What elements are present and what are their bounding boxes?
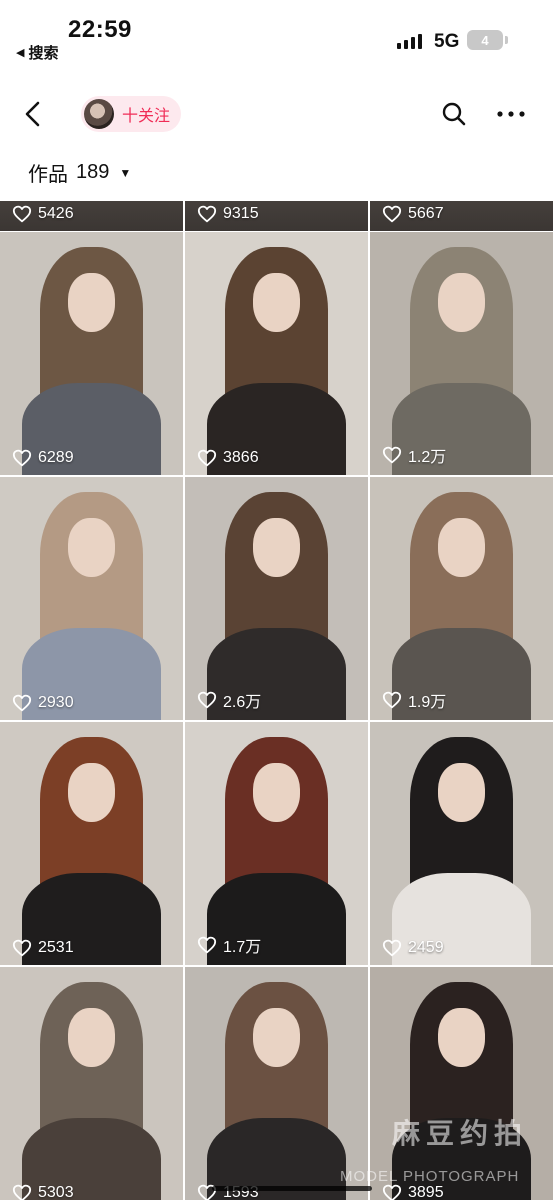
like-count: 5667 <box>382 205 444 223</box>
video-tile[interactable]: 2531 <box>0 722 183 965</box>
heart-icon <box>197 449 217 467</box>
thumbnail-face <box>252 1008 301 1067</box>
thumbnail-face <box>67 1008 116 1067</box>
thumbnail-face <box>252 763 301 822</box>
like-count: 1.2万 <box>382 443 446 467</box>
like-count: 9315 <box>197 205 259 223</box>
heart-icon <box>382 1184 402 1200</box>
like-count-value: 6289 <box>38 449 74 466</box>
search-icon <box>442 102 466 126</box>
network-type: 5G <box>434 31 460 52</box>
like-count: 3866 <box>197 449 259 467</box>
thumbnail-face <box>67 273 116 332</box>
heart-icon <box>12 694 32 712</box>
like-count-value: 3895 <box>408 1184 444 1200</box>
heart-icon <box>12 1184 32 1200</box>
back-triangle-icon: ◀ <box>16 47 25 59</box>
status-bar: 22:59 ◀ 搜索 5G 4 <box>0 0 554 70</box>
like-count-value: 5303 <box>38 1184 74 1200</box>
works-label: 作品 <box>28 164 68 186</box>
back-to-app-link[interactable]: ◀ 搜索 <box>16 42 58 63</box>
video-tile[interactable]: 1.2万 <box>370 232 553 475</box>
like-count: 2.6万 <box>197 688 261 712</box>
like-count-value: 5426 <box>38 205 74 222</box>
home-indicator <box>212 1186 372 1191</box>
caret-down-icon: ▼ <box>119 165 132 180</box>
user-follow-pill[interactable]: 十关注 <box>81 96 181 132</box>
works-count: 189 <box>76 161 110 183</box>
video-tile[interactable]: 3866 <box>185 232 368 475</box>
thumbnail-face <box>67 518 116 577</box>
back-icon <box>25 101 40 127</box>
like-count: 2459 <box>382 939 444 957</box>
heart-icon <box>12 449 32 467</box>
video-grid: 5426 9315 5667 6289 3866 1.2万 2930 2.6万 1.9万 2531… <box>0 201 554 1200</box>
heart-icon <box>382 205 402 223</box>
back-button[interactable] <box>18 98 50 130</box>
heart-icon <box>382 446 402 464</box>
video-tile[interactable]: 2.6万 <box>185 477 368 720</box>
like-count: 6289 <box>12 449 74 467</box>
thumbnail-face <box>437 1008 486 1067</box>
like-count: 1.7万 <box>197 933 261 957</box>
heart-icon <box>197 691 217 709</box>
battery-icon: 4 <box>467 30 503 50</box>
more-icon <box>497 111 525 117</box>
thumbnail-face <box>437 763 486 822</box>
search-button[interactable] <box>440 100 468 128</box>
thumbnail-face <box>67 763 116 822</box>
like-count-value: 2531 <box>38 939 74 956</box>
video-tile[interactable]: 5303 <box>0 967 183 1200</box>
like-count: 2930 <box>12 694 74 712</box>
thumbnail-face <box>437 518 486 577</box>
back-app-label: 搜索 <box>28 45 59 62</box>
video-tile[interactable]: 1.9万 <box>370 477 553 720</box>
video-tile[interactable]: 1.7万 <box>185 722 368 965</box>
heart-icon <box>382 691 402 709</box>
heart-icon <box>197 205 217 223</box>
avatar[interactable] <box>84 99 114 129</box>
like-count-value: 9315 <box>223 205 259 222</box>
heart-icon <box>197 936 217 954</box>
video-tile[interactable]: 5426 <box>0 201 183 231</box>
like-count-value: 3866 <box>223 449 259 466</box>
like-count-value: 2.6万 <box>223 694 262 711</box>
follow-button[interactable]: 十关注 <box>122 102 170 126</box>
works-filter[interactable]: 作品 189 ▼ <box>28 158 131 187</box>
video-tile[interactable]: 3895 <box>370 967 553 1200</box>
like-count: 2531 <box>12 939 74 957</box>
like-count-value: 1.7万 <box>223 939 262 956</box>
heart-icon <box>382 939 402 957</box>
more-button[interactable] <box>495 100 527 128</box>
like-count-value: 2930 <box>38 694 74 711</box>
like-count-value: 1.9万 <box>408 694 447 711</box>
thumbnail-face <box>252 518 301 577</box>
battery-tip <box>505 36 508 44</box>
like-count-value: 2459 <box>408 939 444 956</box>
video-tile[interactable]: 5667 <box>370 201 553 231</box>
like-count: 1.9万 <box>382 688 446 712</box>
like-count-value: 5667 <box>408 205 444 222</box>
video-tile[interactable]: 6289 <box>0 232 183 475</box>
battery-level: 4 <box>481 32 489 48</box>
like-count: 5303 <box>12 1184 74 1200</box>
video-tile[interactable]: 2930 <box>0 477 183 720</box>
thumbnail-face <box>252 273 301 332</box>
like-count: 3895 <box>382 1184 444 1200</box>
like-count: 5426 <box>12 205 74 223</box>
signal-icon <box>397 33 422 49</box>
top-nav: 十关注 <box>0 88 554 140</box>
heart-icon <box>12 205 32 223</box>
video-tile[interactable]: 2459 <box>370 722 553 965</box>
like-count-value: 1.2万 <box>408 449 447 466</box>
video-tile[interactable]: 9315 <box>185 201 368 231</box>
heart-icon <box>12 939 32 957</box>
video-tile[interactable]: 1593 <box>185 967 368 1200</box>
thumbnail-face <box>437 273 486 332</box>
clock: 22:59 <box>68 16 132 43</box>
